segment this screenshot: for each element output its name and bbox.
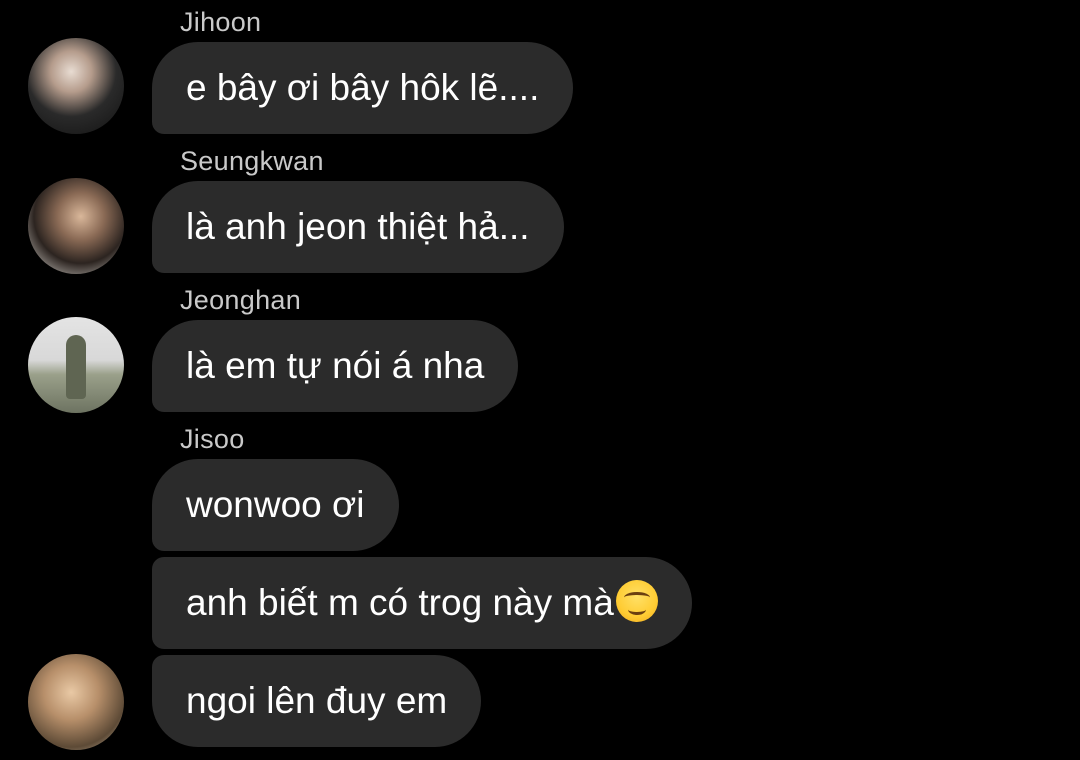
message-text: ngoi lên đuy em [186, 680, 448, 721]
avatar[interactable] [28, 654, 124, 750]
message-bubble[interactable]: là anh jeon thiệt hả... [152, 181, 564, 273]
message-text: wonwoo ơi [186, 484, 365, 525]
avatar[interactable] [28, 38, 124, 134]
avatar-figure [66, 335, 86, 399]
message-text: là anh jeon thiệt hả... [186, 206, 530, 247]
sender-name: Jihoon [180, 7, 262, 37]
message-bubble[interactable]: e bây ơi bây hôk lẽ.... [152, 42, 574, 134]
message-bubble[interactable]: là em tự nói á nha [152, 320, 519, 412]
message-bubble[interactable]: anh biết m có trog này mà [152, 557, 692, 649]
chat-thread: Jihoon e bây ơi bây hôk lẽ.... Seungkwan… [0, 0, 1080, 760]
sender-name: Jisoo [180, 424, 245, 454]
message-text: e bây ơi bây hôk lẽ.... [186, 67, 540, 108]
sender-name: Jeonghan [180, 285, 302, 315]
sender-name: Seungkwan [180, 146, 324, 176]
message-bubble[interactable]: wonwoo ơi [152, 459, 399, 551]
avatar[interactable] [28, 178, 124, 274]
avatar[interactable] [28, 317, 124, 413]
message-text: anh biết m có trog này mà [186, 582, 614, 623]
message-bubble[interactable]: ngoi lên đuy em [152, 655, 482, 747]
message-text: là em tự nói á nha [186, 345, 485, 386]
smiling-face-icon [615, 580, 658, 622]
